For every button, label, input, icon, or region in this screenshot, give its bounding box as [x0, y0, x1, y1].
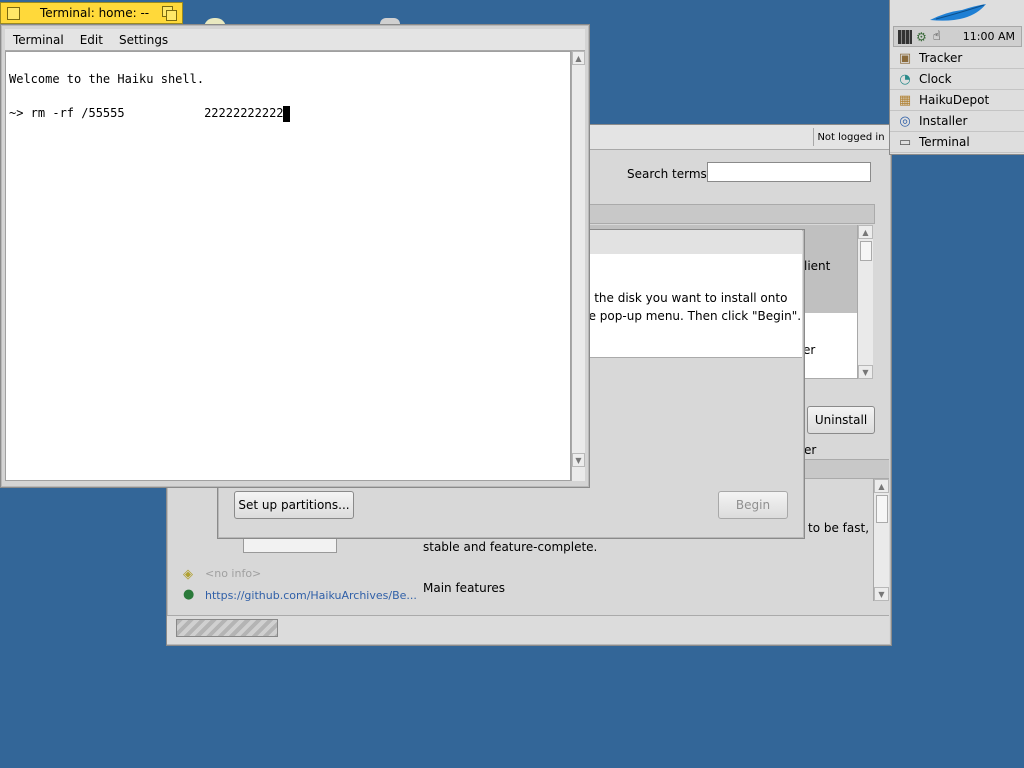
rating-no-info: <no info> [205, 567, 262, 580]
package-icon: ▦ [898, 92, 912, 108]
package-list-scrollbar[interactable]: ▲ ▼ [857, 225, 873, 379]
haiku-leaf-icon [929, 4, 986, 21]
network-icon[interactable]: ⚙ [916, 30, 927, 44]
deskbar-item-haikudepot[interactable]: ▦ HaikuDepot [890, 90, 1024, 111]
scroll-down-arrow[interactable]: ▼ [572, 453, 585, 467]
setup-partitions-label: Set up partitions... [238, 498, 350, 512]
terminal-icon: ▭ [898, 134, 912, 150]
screenshot-thumbnail[interactable] [243, 537, 337, 553]
tracker-icon: ▣ [898, 50, 912, 66]
close-button[interactable] [7, 6, 20, 20]
tray-clock[interactable]: 11:00 AM [963, 30, 1015, 43]
scroll-thumb[interactable] [876, 495, 888, 523]
scroll-up-arrow[interactable]: ▲ [572, 51, 585, 65]
homepage-link[interactable]: https://github.com/HaikuArchives/Be... [205, 589, 417, 602]
rating-icon: ◈ [183, 567, 193, 582]
description-text: stable and feature-complete. [423, 540, 598, 554]
begin-button-label: Begin [735, 498, 771, 512]
menu-settings[interactable]: Settings [111, 33, 176, 47]
search-label: Search terms: [627, 167, 711, 181]
scroll-up-arrow[interactable]: ▲ [874, 479, 889, 493]
package-row-text: er [804, 443, 817, 457]
scroll-down-arrow[interactable]: ▼ [874, 587, 889, 601]
begin-button[interactable]: Begin [718, 491, 788, 519]
terminal-window: Terminal Edit Settings Welcome to the Ha… [0, 24, 590, 488]
login-status-box[interactable]: Not logged in [813, 128, 888, 146]
menu-terminal[interactable]: Terminal [5, 33, 72, 47]
deskbar-item-installer[interactable]: ◎ Installer [890, 111, 1024, 132]
scroll-thumb[interactable] [860, 241, 872, 261]
cpu-monitor-icon[interactable] [898, 29, 912, 44]
search-input[interactable] [707, 162, 871, 182]
deskbar-item-label: Installer [919, 114, 968, 128]
deskbar: ⚙ ☝ 11:00 AM ▣ Tracker ◔ Clock ▦ HaikuDe… [889, 0, 1024, 155]
zoom-button[interactable] [162, 6, 177, 21]
deskbar-apps: ▣ Tracker ◔ Clock ▦ HaikuDepot ◎ Install… [890, 48, 1024, 153]
terminal-title: Terminal: home: -- [40, 6, 150, 20]
globe-icon: ● [183, 587, 195, 602]
main-features-heading: Main features [423, 581, 506, 595]
menu-edit[interactable]: Edit [72, 33, 111, 47]
installer-message: e the disk you want to install onto [583, 291, 788, 305]
uninstall-button[interactable]: Uninstall [807, 406, 875, 434]
description-text: to be fast, [808, 521, 870, 535]
installer-message: he pop-up menu. Then click "Begin". [581, 309, 802, 323]
scroll-up-arrow[interactable]: ▲ [858, 225, 873, 239]
terminal-title-tab[interactable]: Terminal: home: -- [0, 2, 183, 24]
package-list-header [587, 204, 875, 224]
deskbar-item-terminal[interactable]: ▭ Terminal [890, 132, 1024, 153]
installer-icon: ◎ [899, 113, 911, 129]
uninstall-button-label: Uninstall [814, 413, 868, 427]
terminal-output[interactable]: Welcome to the Haiku shell. ~> rm -rf /5… [5, 51, 571, 481]
deskbar-tray: ⚙ ☝ 11:00 AM [893, 26, 1022, 47]
deskbar-item-label: Terminal [919, 135, 970, 149]
terminal-line: ~> rm -rf /55555 22222222222 [9, 106, 284, 120]
setup-partitions-button[interactable]: Set up partitions... [234, 491, 354, 519]
pointer-icon[interactable]: ☝ [933, 29, 941, 44]
terminal-menubar: Terminal Edit Settings [5, 29, 585, 51]
deskbar-item-clock[interactable]: ◔ Clock [890, 69, 1024, 90]
login-status: Not logged in [817, 131, 885, 143]
scroll-down-arrow[interactable]: ▼ [858, 365, 873, 379]
details-scrollbar[interactable]: ▲ ▼ [873, 479, 889, 601]
terminal-cursor [283, 106, 290, 122]
deskbar-item-label: HaikuDepot [919, 93, 990, 107]
progress-bar [176, 619, 278, 637]
deskbar-item-label: Tracker [919, 51, 963, 65]
terminal-scrollbar[interactable]: ▲ ▼ [571, 51, 585, 481]
terminal-line: Welcome to the Haiku shell. [9, 72, 205, 86]
clock-icon: ◔ [899, 71, 911, 87]
package-row-text: lient [804, 259, 831, 273]
deskbar-item-tracker[interactable]: ▣ Tracker [890, 48, 1024, 69]
leaf-menu-button[interactable] [890, 0, 1024, 26]
deskbar-item-label: Clock [919, 72, 952, 86]
